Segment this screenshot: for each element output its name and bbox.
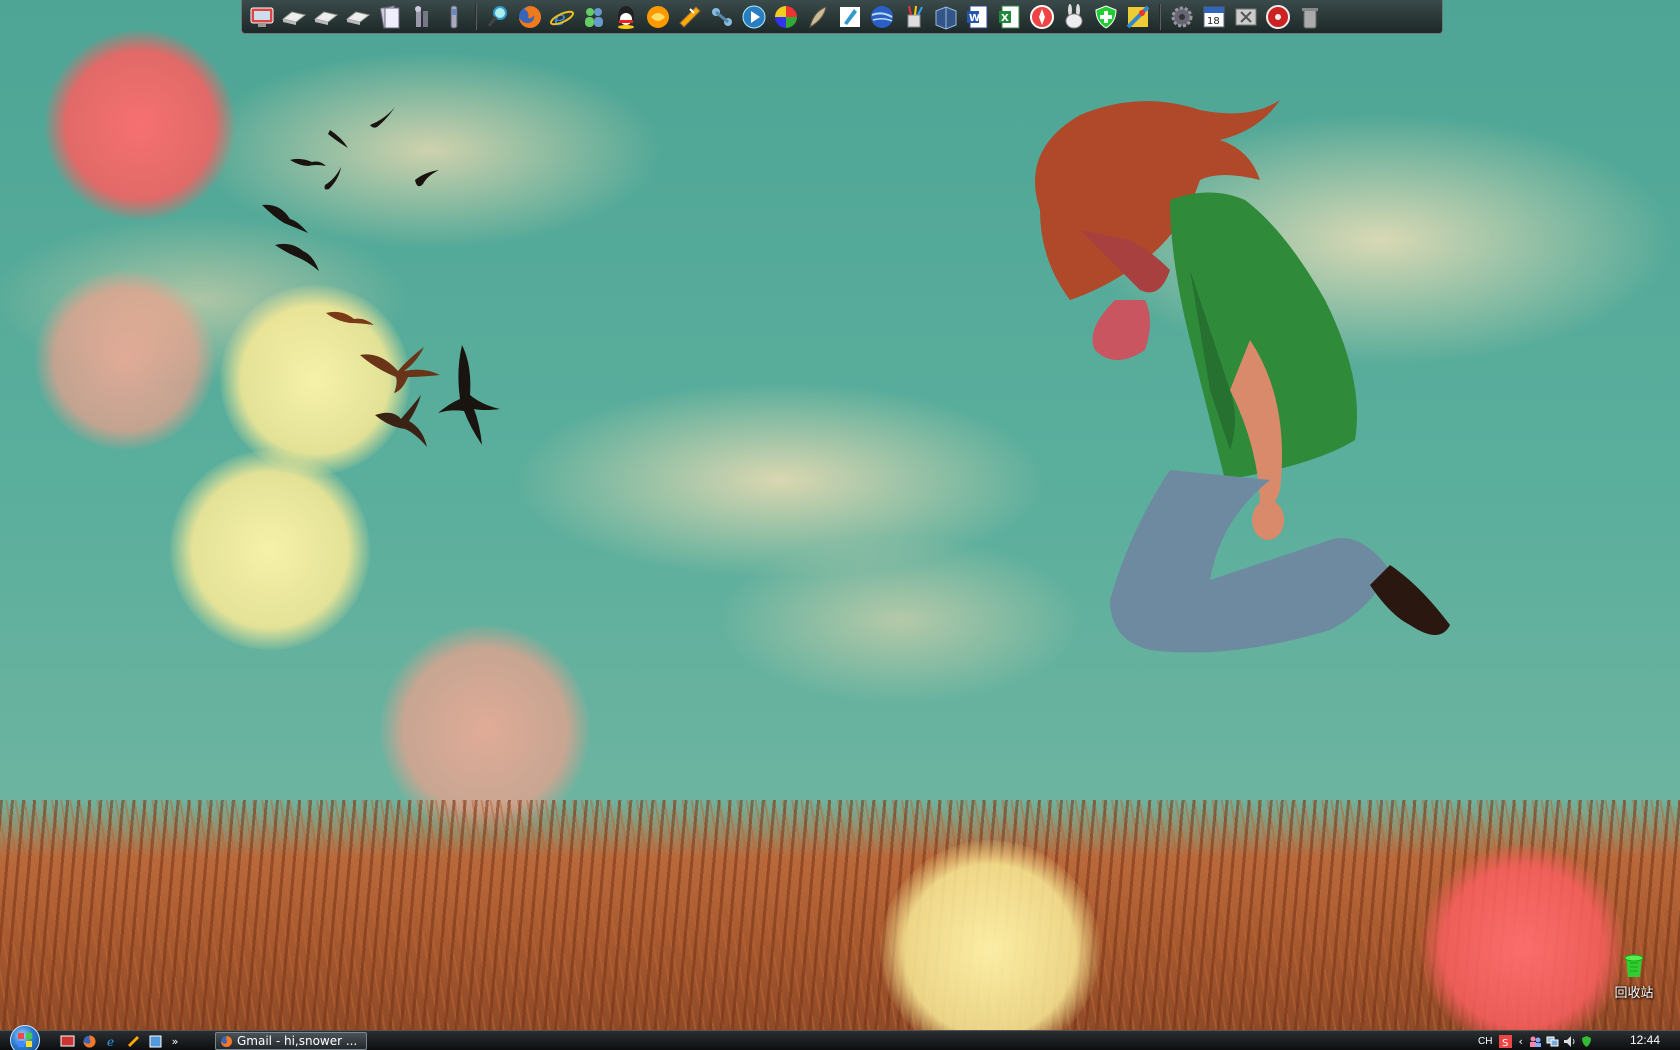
sogou-icon[interactable]: S (1498, 1034, 1512, 1048)
firefox-icon (221, 1035, 232, 1047)
jumping-girl-figure (1035, 100, 1450, 653)
desktop-wallpaper[interactable] (0, 0, 1680, 1050)
compass-icon[interactable] (1026, 2, 1058, 32)
computer-icon[interactable] (246, 2, 278, 32)
internet-explorer-icon[interactable]: e (546, 2, 578, 32)
documents-icon[interactable] (374, 2, 406, 32)
bokeh-light (35, 270, 215, 450)
pen-tool-icon[interactable] (834, 2, 866, 32)
drive-icon[interactable] (310, 2, 342, 32)
calendar-day-text: 18 (1207, 16, 1220, 27)
security-icon[interactable] (1580, 1034, 1594, 1048)
bokeh-light (880, 840, 1100, 1050)
quick-launch-bar: e » (58, 1032, 182, 1050)
taskbar: e » Gmail - hi,snower ... CH S ‹ 12:44 (0, 1025, 1680, 1050)
search-icon[interactable] (482, 2, 514, 32)
taskbar-window-gmail[interactable]: Gmail - hi,snower ... (215, 1032, 367, 1050)
tray-expand-button[interactable]: ‹ (1518, 1035, 1522, 1048)
internet-explorer-icon[interactable]: e (102, 1033, 121, 1050)
firefox-icon[interactable] (80, 1033, 99, 1050)
utility-icon[interactable] (438, 2, 470, 32)
show-desktop-icon[interactable] (58, 1033, 77, 1050)
network-icon[interactable] (1546, 1034, 1560, 1048)
svg-text:W: W (969, 13, 980, 24)
svg-text:X: X (1001, 13, 1009, 24)
msn-messenger-icon[interactable] (578, 2, 610, 32)
cd-icon[interactable] (1262, 2, 1294, 32)
qq-icon[interactable] (610, 2, 642, 32)
close-app-icon[interactable] (1230, 2, 1262, 32)
chat-icon[interactable] (642, 2, 674, 32)
start-button[interactable] (10, 1025, 40, 1050)
paint-icon[interactable] (898, 2, 930, 32)
network-icon[interactable] (706, 2, 738, 32)
drive-icon[interactable] (342, 2, 374, 32)
svg-text:S: S (1502, 1038, 1508, 1048)
bokeh-light (45, 30, 235, 220)
system-tray: CH S ‹ (1478, 1032, 1594, 1050)
trash-icon[interactable] (1294, 2, 1326, 32)
gear-icon[interactable] (1166, 2, 1198, 32)
media-player-icon[interactable] (738, 2, 770, 32)
dock-separator (1159, 3, 1161, 30)
birds-flock (262, 107, 500, 447)
tools-icon[interactable] (406, 2, 438, 32)
windows-logo-icon (18, 1033, 32, 1047)
rabbit-icon[interactable] (1058, 2, 1090, 32)
drive-icon[interactable] (278, 2, 310, 32)
shield-plus-icon[interactable] (1090, 2, 1122, 32)
clock[interactable]: 12:44 (1630, 1033, 1660, 1047)
users-icon[interactable] (1529, 1034, 1543, 1048)
quick-launch-more[interactable]: » (168, 1035, 182, 1048)
book-icon[interactable] (930, 2, 962, 32)
bokeh-light (1420, 845, 1625, 1050)
word-icon[interactable]: W (962, 2, 994, 32)
recycle-bin-icon (1624, 954, 1644, 977)
top-dock-toolbar: e W X 18 (241, 0, 1443, 34)
recycle-bin-desktop-icon[interactable]: 回收站 (1598, 950, 1670, 1006)
speaker-icon[interactable] (1563, 1034, 1577, 1048)
firefox-icon[interactable] (514, 2, 546, 32)
google-earth-icon[interactable] (866, 2, 898, 32)
excel-icon[interactable]: X (994, 2, 1026, 32)
maps-icon[interactable] (1122, 2, 1154, 32)
media-icon[interactable] (146, 1033, 165, 1050)
flashget-icon[interactable] (674, 2, 706, 32)
color-wheel-icon[interactable] (770, 2, 802, 32)
dock-separator (475, 3, 477, 30)
calendar-icon[interactable]: 18 (1198, 2, 1230, 32)
taskbar-window-title: Gmail - hi,snower ... (237, 1034, 358, 1048)
flashget-icon[interactable] (124, 1033, 143, 1050)
recycle-bin-label: 回收站 (1614, 986, 1654, 1001)
feather-icon[interactable] (802, 2, 834, 32)
svg-text:e: e (107, 1035, 114, 1049)
language-indicator[interactable]: CH (1478, 1036, 1492, 1047)
